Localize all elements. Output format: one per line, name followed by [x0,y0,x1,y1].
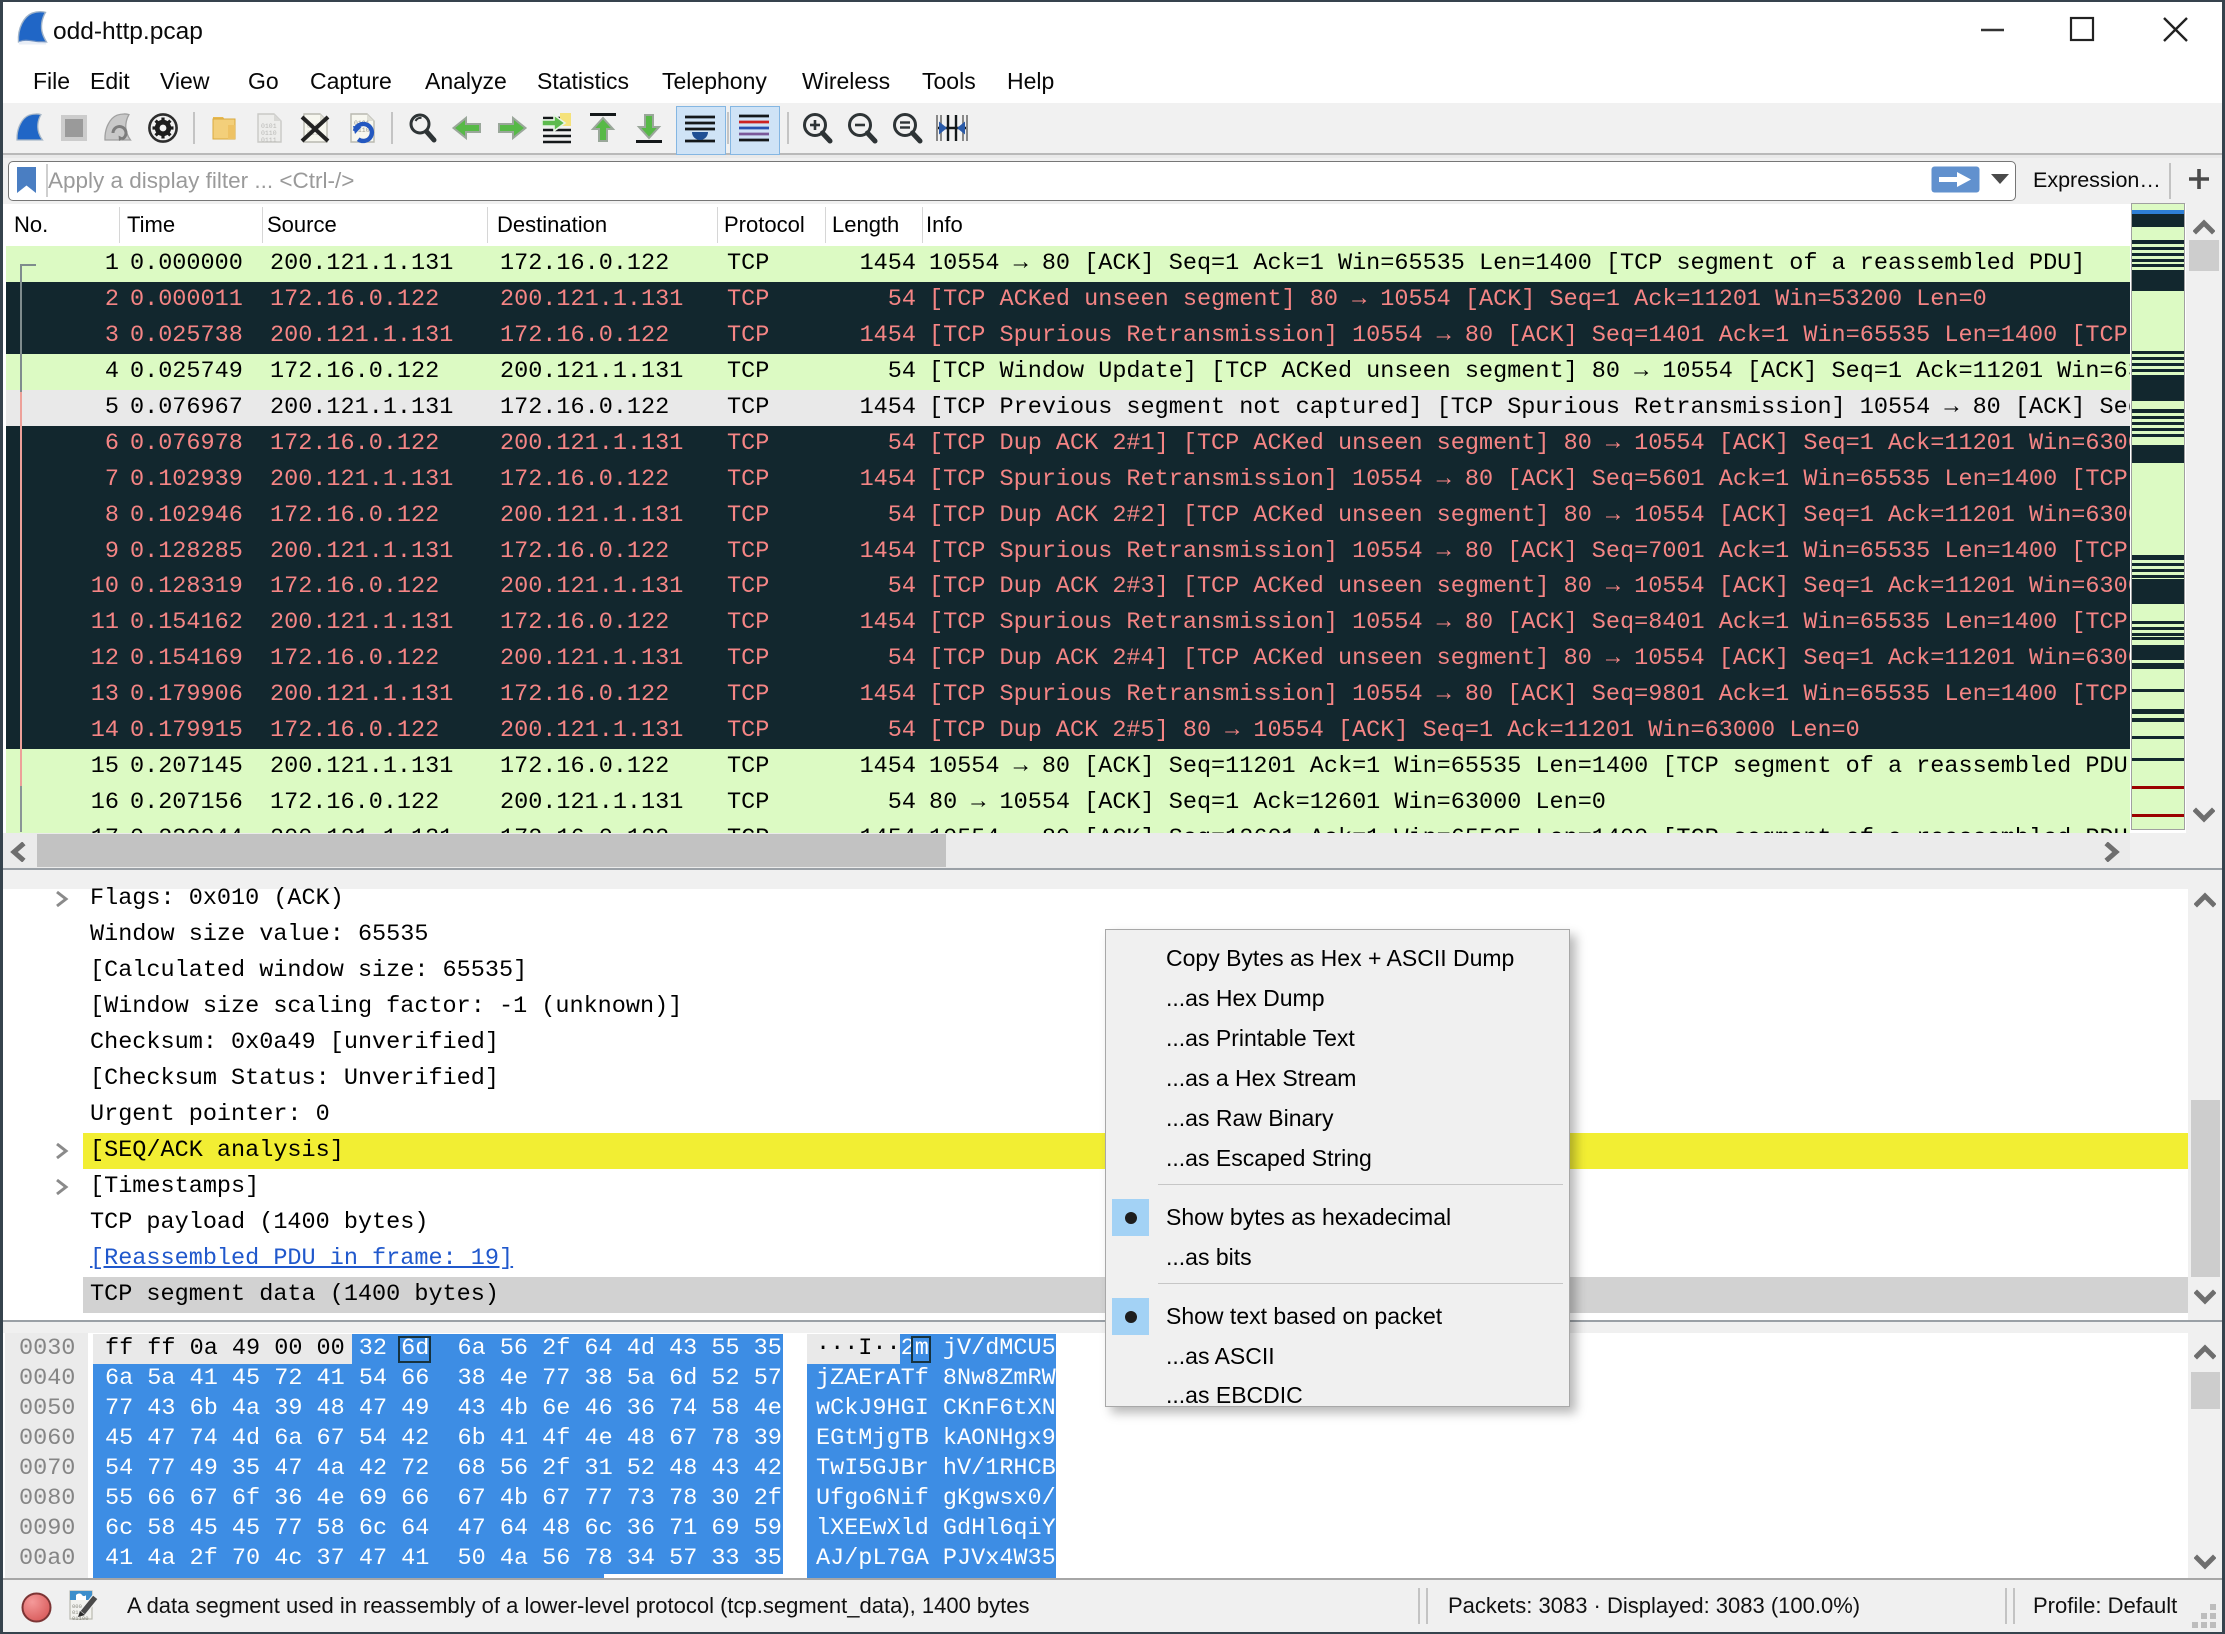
svg-text:0110: 0110 [261,130,277,137]
svg-text:0111: 0111 [261,137,277,144]
svg-text:0101: 0101 [261,123,277,130]
